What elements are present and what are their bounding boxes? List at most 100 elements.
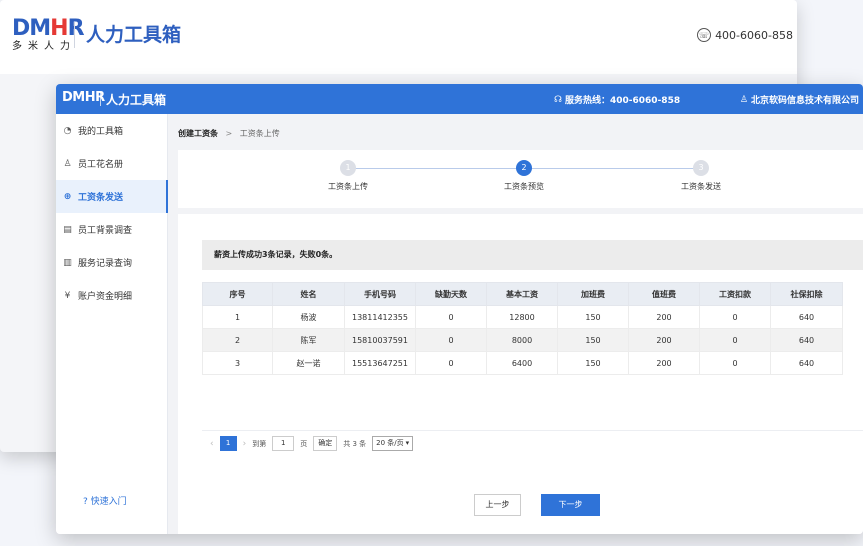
column-header: 基本工资 [486, 282, 558, 306]
column-header: 加班费 [557, 282, 629, 306]
table-cell: 杨波 [272, 305, 345, 329]
table-cell: 13811412355 [344, 305, 416, 329]
column-header: 姓名 [272, 282, 345, 306]
hotline: ☊ 服务热线：400-6060-858 [554, 93, 681, 107]
breadcrumb-sub: 工资条上传 [239, 129, 280, 138]
sidebar-item-account-funds[interactable]: ¥ 账户资金明细 [56, 279, 167, 312]
pagination: ‹ 1 › 到第 1 页 确定 共 3 条 20 条/页 ▾ [210, 436, 414, 451]
table-cell: 150 [557, 305, 629, 329]
clipboard-icon: ▤ [63, 224, 72, 235]
upload-result-notice: 薪资上传成功3条记录，失败0条。 [202, 240, 863, 270]
table-cell: 640 [770, 351, 843, 375]
back-logo-sub: 多米人力 [12, 41, 76, 52]
preview-panel: 薪资上传成功3条记录，失败0条。 序号 姓名 手机号码 缺勤天数 基本工资 加班… [178, 214, 863, 534]
page-unit: 页 [300, 439, 308, 448]
breadcrumb: 创建工资条 > 工资条上传 [178, 128, 280, 139]
sidebar-item-label: 员工花名册 [78, 160, 124, 170]
table-cell: 200 [628, 328, 700, 352]
topbar-title: 人力工具箱 [106, 93, 167, 107]
table-cell: 0 [415, 305, 487, 329]
total-count: 共 3 条 [343, 439, 367, 448]
company-account[interactable]: ♙ 北京软码信息技术有限公司 [740, 93, 859, 107]
table-cell: 6400 [486, 351, 558, 375]
table-cell: 赵一诺 [272, 351, 345, 375]
column-header: 社保扣除 [770, 282, 843, 306]
table-cell: 15513647251 [344, 351, 416, 375]
company-name: 北京软码信息技术有限公司 [750, 96, 859, 106]
table-header-row: 序号 姓名 手机号码 缺勤天数 基本工资 加班费 值班费 工资扣款 社保扣除 [202, 282, 843, 306]
table-cell: 1 [202, 305, 273, 329]
next-step-button[interactable]: 下一步 [541, 494, 600, 516]
table-cell: 8000 [486, 328, 558, 352]
column-header: 手机号码 [344, 282, 416, 306]
table-cell: 0 [415, 351, 487, 375]
column-header: 值班费 [628, 282, 700, 306]
table-cell: 150 [557, 328, 629, 352]
table-cell: 640 [770, 305, 843, 329]
quick-start-link[interactable]: ? 快速入门 [83, 494, 127, 507]
yen-icon: ¥ [64, 290, 71, 301]
sidebar-item-background-check[interactable]: ▤ 员工背景调查 [56, 213, 167, 246]
column-header: 工资扣款 [699, 282, 771, 306]
table-cell: 12800 [486, 305, 558, 329]
back-logo: DMHR 多米人力 [12, 16, 85, 53]
sidebar-item-label: 账户资金明细 [78, 292, 133, 302]
table-cell: 15810037591 [344, 328, 416, 352]
headset-icon: ☊ [554, 94, 562, 105]
topbar-logo[interactable]: DMHR [62, 90, 105, 105]
next-page-button[interactable]: › [243, 439, 247, 449]
breadcrumb-separator: > [225, 129, 233, 138]
person-icon: ♙ [63, 158, 72, 169]
sidebar-item-label: 工资条发送 [78, 193, 124, 203]
sidebar-item-employee-roster[interactable]: ♙ 员工花名册 [56, 147, 167, 180]
table-cell: 200 [628, 305, 700, 329]
goto-label: 到第 [252, 439, 267, 448]
sidebar-item-label: 我的工具箱 [78, 127, 124, 137]
step-circle: 1 [340, 160, 356, 176]
table-cell: 3 [202, 351, 273, 375]
table-cell: 2 [202, 328, 273, 352]
sidebar-item-payslip-send[interactable]: ⊕ 工资条发送 [56, 180, 168, 213]
step-label: 工资条发送 [681, 182, 721, 191]
front-window: DMHR 人力工具箱 ☊ 服务热线：400-6060-858 ♙ 北京软码信息技… [56, 84, 863, 534]
back-phone-number: 400-6060-858 [715, 28, 793, 42]
steps-panel: 1 工资条上传 2 工资条预览 3 工资条发送 [178, 150, 863, 208]
table-row: 3 赵一诺 15513647251 0 6400 150 200 0 640 [202, 351, 843, 375]
prev-page-button[interactable]: ‹ [210, 439, 214, 449]
prev-step-button[interactable]: 上一步 [474, 494, 521, 516]
back-phone: ☏ 400-6060-858 [697, 28, 793, 42]
table-row: 1 杨波 13811412355 0 12800 150 200 0 640 [202, 305, 843, 329]
pager-divider [202, 430, 863, 431]
table-cell: 640 [770, 328, 843, 352]
goto-confirm-button[interactable]: 确定 [313, 436, 338, 451]
sidebar-item-service-records[interactable]: ▥ 服务记录查询 [56, 246, 167, 279]
step-label: 工资条上传 [328, 182, 368, 191]
back-header: DMHR 多米人力 人力工具箱 ☏ 400-6060-858 [0, 0, 797, 74]
column-header: 缺勤天数 [415, 282, 487, 306]
table-row: 2 陈军 15810037591 0 8000 150 200 0 640 [202, 328, 843, 352]
hotline-text: 服务热线：400-6060-858 [565, 96, 681, 106]
breadcrumb-current[interactable]: 创建工资条 [178, 129, 218, 138]
plus-circle-icon: ⊕ [63, 191, 72, 202]
table-cell: 0 [415, 328, 487, 352]
table-cell: 0 [699, 351, 771, 375]
table-cell: 0 [699, 328, 771, 352]
page-size-select[interactable]: 20 条/页 ▾ [372, 436, 414, 451]
page-size-value: 20 条/页 [376, 439, 404, 447]
dashboard-icon: ◔ [63, 125, 72, 136]
sidebar-item-label: 服务记录查询 [78, 259, 133, 269]
goto-page-input[interactable]: 1 [272, 436, 295, 451]
step-preview: 2 工资条预览 [479, 160, 569, 192]
back-divider [74, 22, 75, 48]
sidebar-item-label: 员工背景调查 [78, 226, 133, 236]
step-circle: 3 [693, 160, 709, 176]
page-number-current[interactable]: 1 [219, 436, 237, 451]
payslip-table: 序号 姓名 手机号码 缺勤天数 基本工资 加班费 值班费 工资扣款 社保扣除 1 [202, 282, 843, 375]
sidebar-item-my-toolbox[interactable]: ◔ 我的工具箱 [56, 114, 167, 147]
column-header: 序号 [202, 282, 273, 306]
back-logo-mark: DMHR [12, 16, 85, 41]
sidebar: ◔ 我的工具箱 ♙ 员工花名册 ⊕ 工资条发送 ▤ 员工背景调查 ▥ 服务记录查… [56, 114, 168, 534]
step-circle: 2 [516, 160, 532, 176]
chevron-down-icon: ▾ [405, 439, 410, 447]
table-cell: 陈军 [272, 328, 345, 352]
